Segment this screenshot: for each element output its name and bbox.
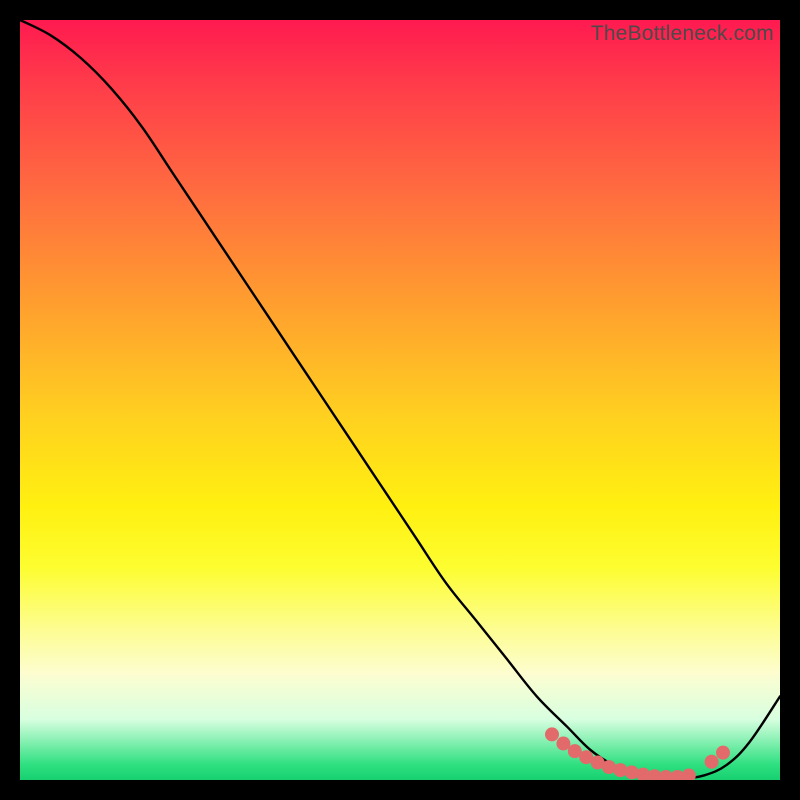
bottleneck-plot xyxy=(20,20,780,780)
marker-dot xyxy=(705,755,719,769)
marker-dot xyxy=(545,727,559,741)
watermark-label: TheBottleneck.com xyxy=(591,22,774,46)
marker-dot xyxy=(556,737,570,751)
marker-dot xyxy=(682,768,696,780)
marker-dot xyxy=(716,746,730,760)
chart-frame: TheBottleneck.com xyxy=(20,20,780,780)
highlight-markers xyxy=(545,727,730,780)
bottleneck-curve xyxy=(20,20,780,779)
